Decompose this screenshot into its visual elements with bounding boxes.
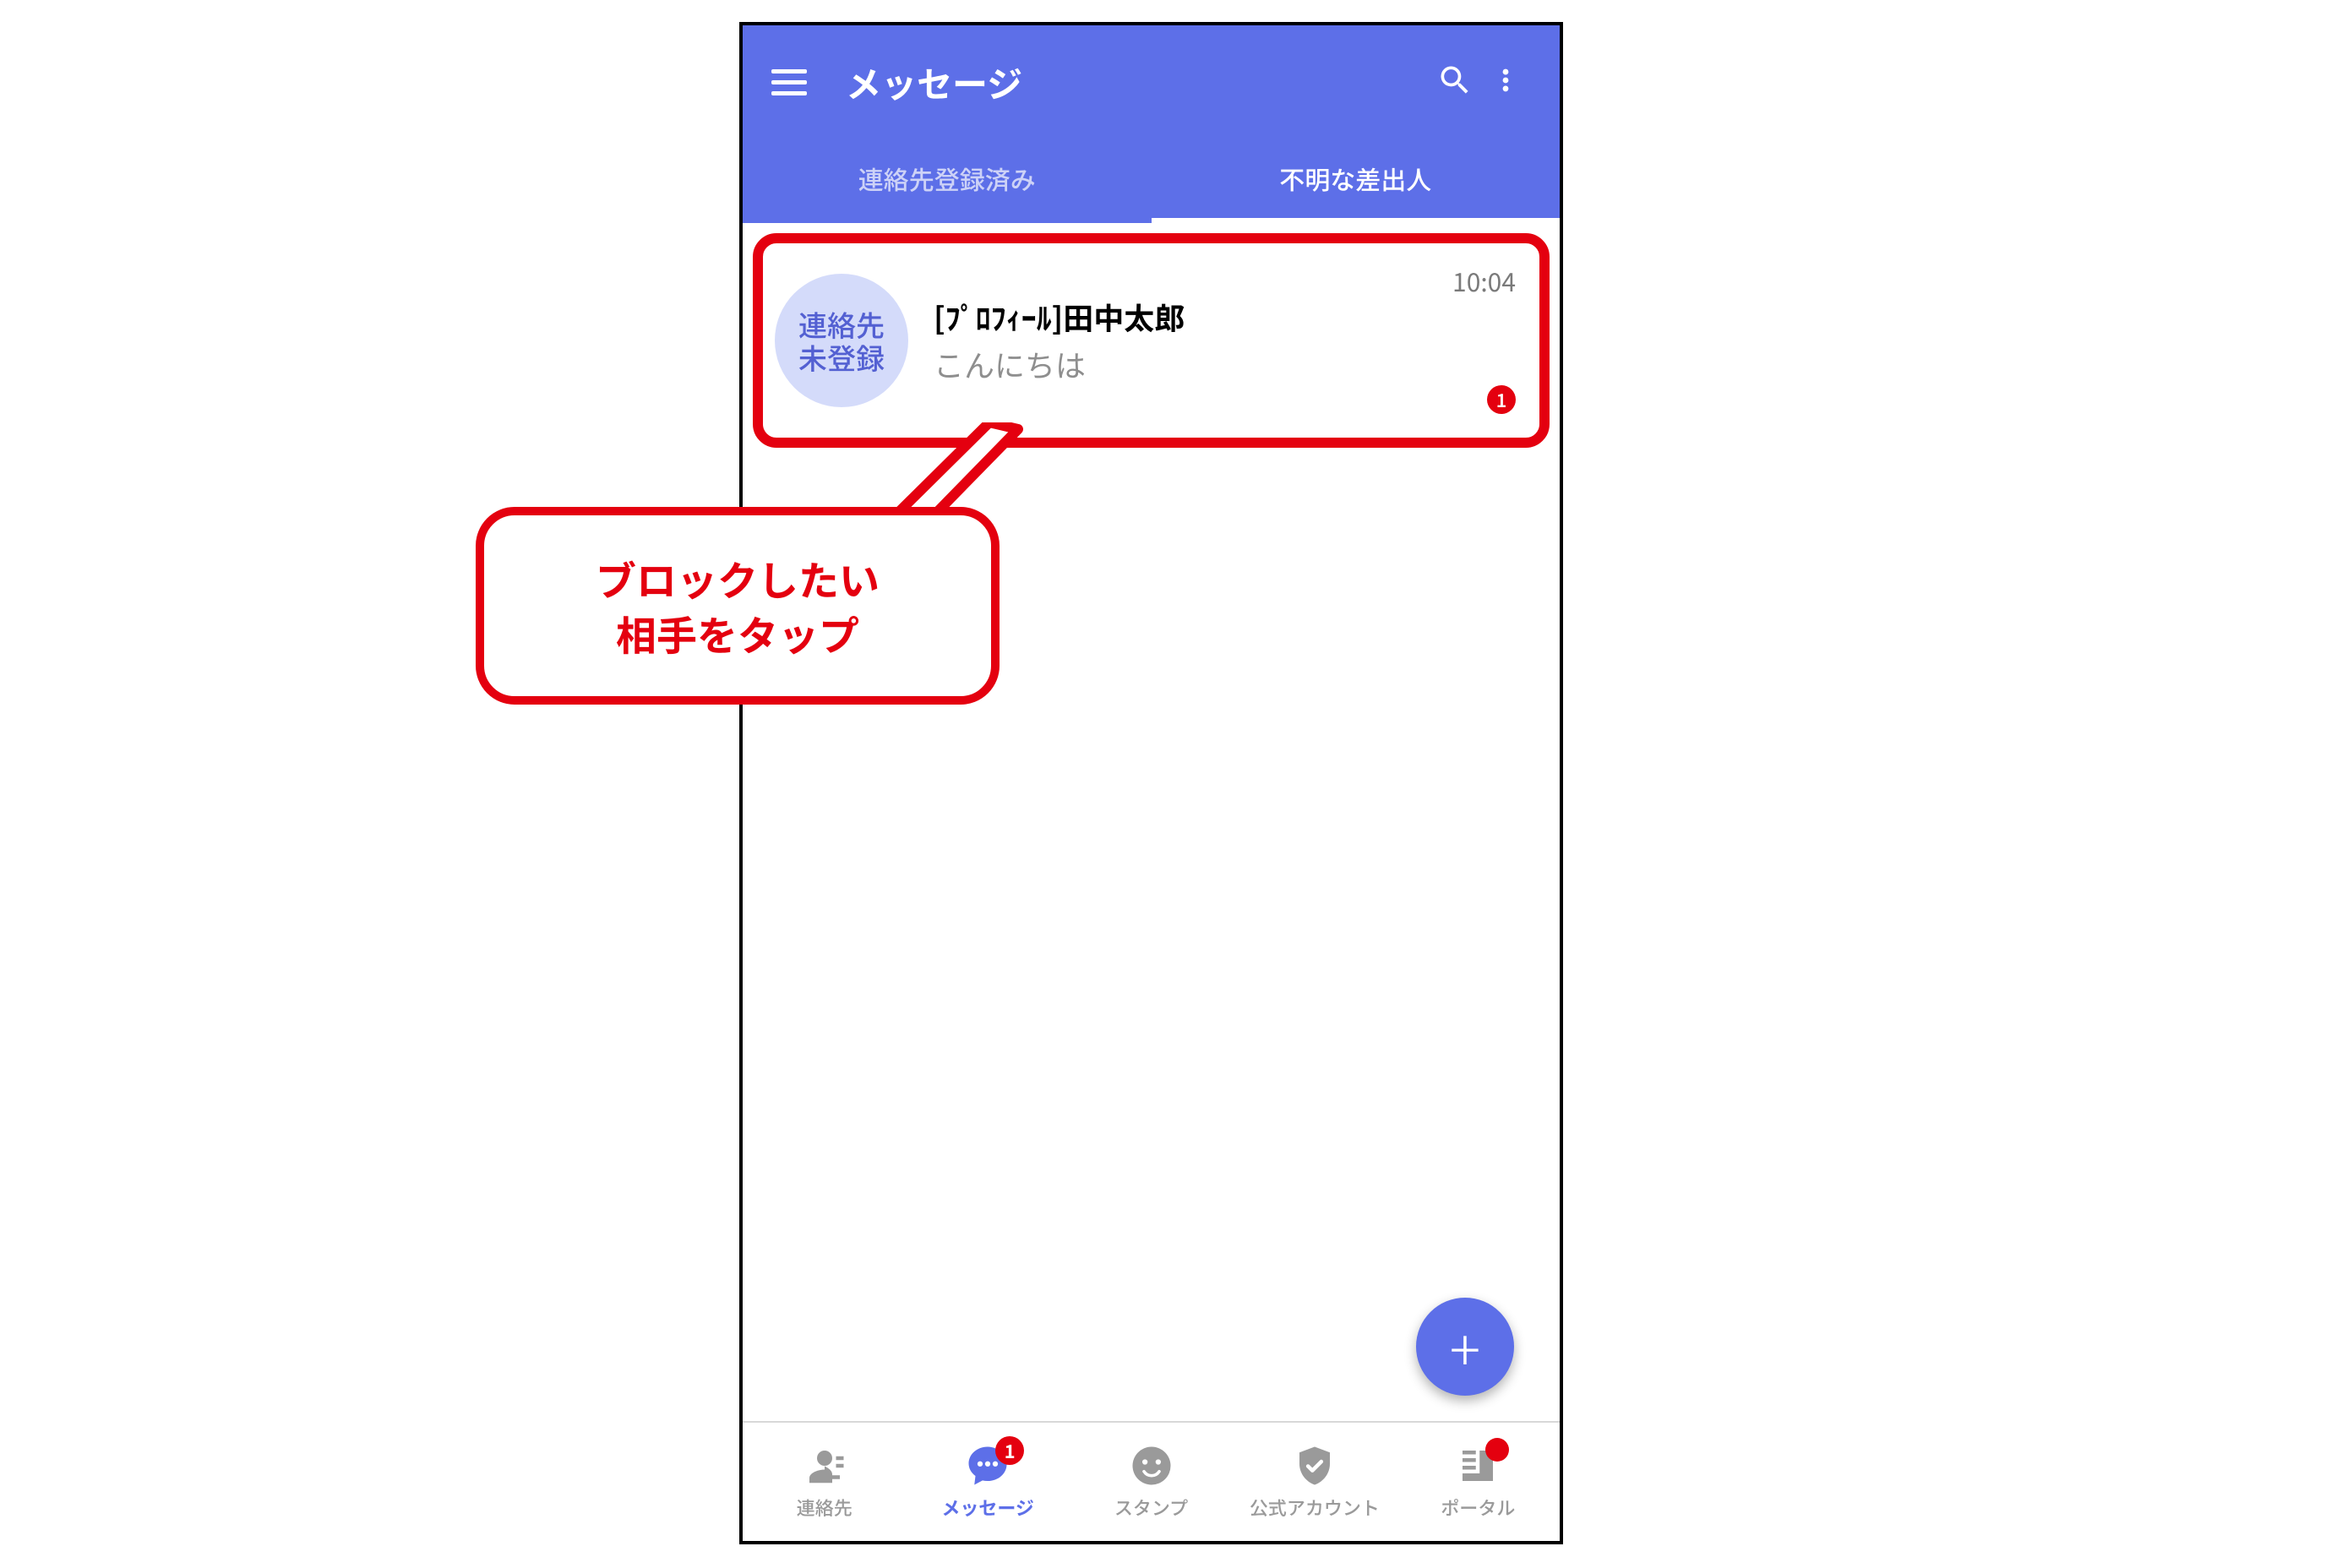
stamps-icon bbox=[1129, 1443, 1174, 1489]
tab-unknown[interactable]: 不明な差出人 bbox=[1152, 139, 1561, 223]
plus-icon: + bbox=[1450, 1318, 1480, 1375]
nav-official-label: 公式アカウント bbox=[1250, 1494, 1380, 1521]
nav-stamps-label: スタンプ bbox=[1114, 1494, 1188, 1521]
nav-contacts-label: 連絡先 bbox=[797, 1494, 853, 1521]
bottom-nav: 連絡先 1 メッセージ スタンプ 公式アカウント bbox=[743, 1421, 1560, 1541]
header-title: メッセージ bbox=[846, 57, 1430, 108]
instruction-callout: ブロックしたい 相手をタップ bbox=[476, 507, 1000, 705]
conversation-item[interactable]: 連絡先 未登録 [ﾌﾟﾛﾌｨｰﾙ]田中太郎 こんにちは 10:04 1 bbox=[753, 233, 1550, 448]
conversation-time: 10:04 bbox=[1452, 262, 1516, 299]
callout-line1: ブロックしたい bbox=[531, 551, 944, 606]
nav-messages-label: メッセージ bbox=[941, 1494, 1034, 1521]
menu-icon[interactable] bbox=[771, 64, 807, 100]
nav-official[interactable]: 公式アカウント bbox=[1233, 1423, 1396, 1541]
nav-portal[interactable]: ポータル bbox=[1397, 1423, 1560, 1541]
callout-line2: 相手をタップ bbox=[531, 606, 944, 661]
nav-contacts[interactable]: 連絡先 bbox=[743, 1423, 906, 1541]
search-icon[interactable] bbox=[1430, 62, 1480, 103]
conversation-name: [ﾌﾟﾛﾌｨｰﾙ]田中太郎 bbox=[934, 295, 1452, 339]
avatar-unregistered: 連絡先 未登録 bbox=[775, 274, 908, 407]
unread-badge: 1 bbox=[1487, 385, 1516, 414]
nav-portal-label: ポータル bbox=[1441, 1494, 1515, 1521]
more-icon[interactable] bbox=[1480, 62, 1531, 103]
messages-icon: 1 bbox=[965, 1443, 1010, 1489]
contacts-icon bbox=[802, 1443, 847, 1489]
tab-registered[interactable]: 連絡先登録済み bbox=[743, 139, 1152, 223]
avatar-text-line2: 未登録 bbox=[798, 340, 885, 373]
tabs: 連絡先登録済み 不明な差出人 bbox=[743, 139, 1560, 223]
phone-frame: メッセージ 連絡先登録済み 不明な差出人 連絡先 未登録 [ﾌﾟﾛﾌｨｰﾙ]田中… bbox=[739, 22, 1563, 1544]
portal-icon bbox=[1455, 1443, 1501, 1489]
nav-portal-badge bbox=[1485, 1438, 1509, 1462]
compose-button[interactable]: + bbox=[1416, 1298, 1514, 1396]
nav-messages-badge: 1 bbox=[995, 1436, 1024, 1465]
app-header: メッセージ bbox=[743, 25, 1560, 139]
official-icon bbox=[1292, 1443, 1337, 1489]
nav-stamps[interactable]: スタンプ bbox=[1070, 1423, 1233, 1541]
conversation-list: 連絡先 未登録 [ﾌﾟﾛﾌｨｰﾙ]田中太郎 こんにちは 10:04 1 + bbox=[743, 223, 1560, 1541]
nav-messages[interactable]: 1 メッセージ bbox=[906, 1423, 1069, 1541]
conversation-snippet: こんにちは bbox=[934, 342, 1452, 386]
